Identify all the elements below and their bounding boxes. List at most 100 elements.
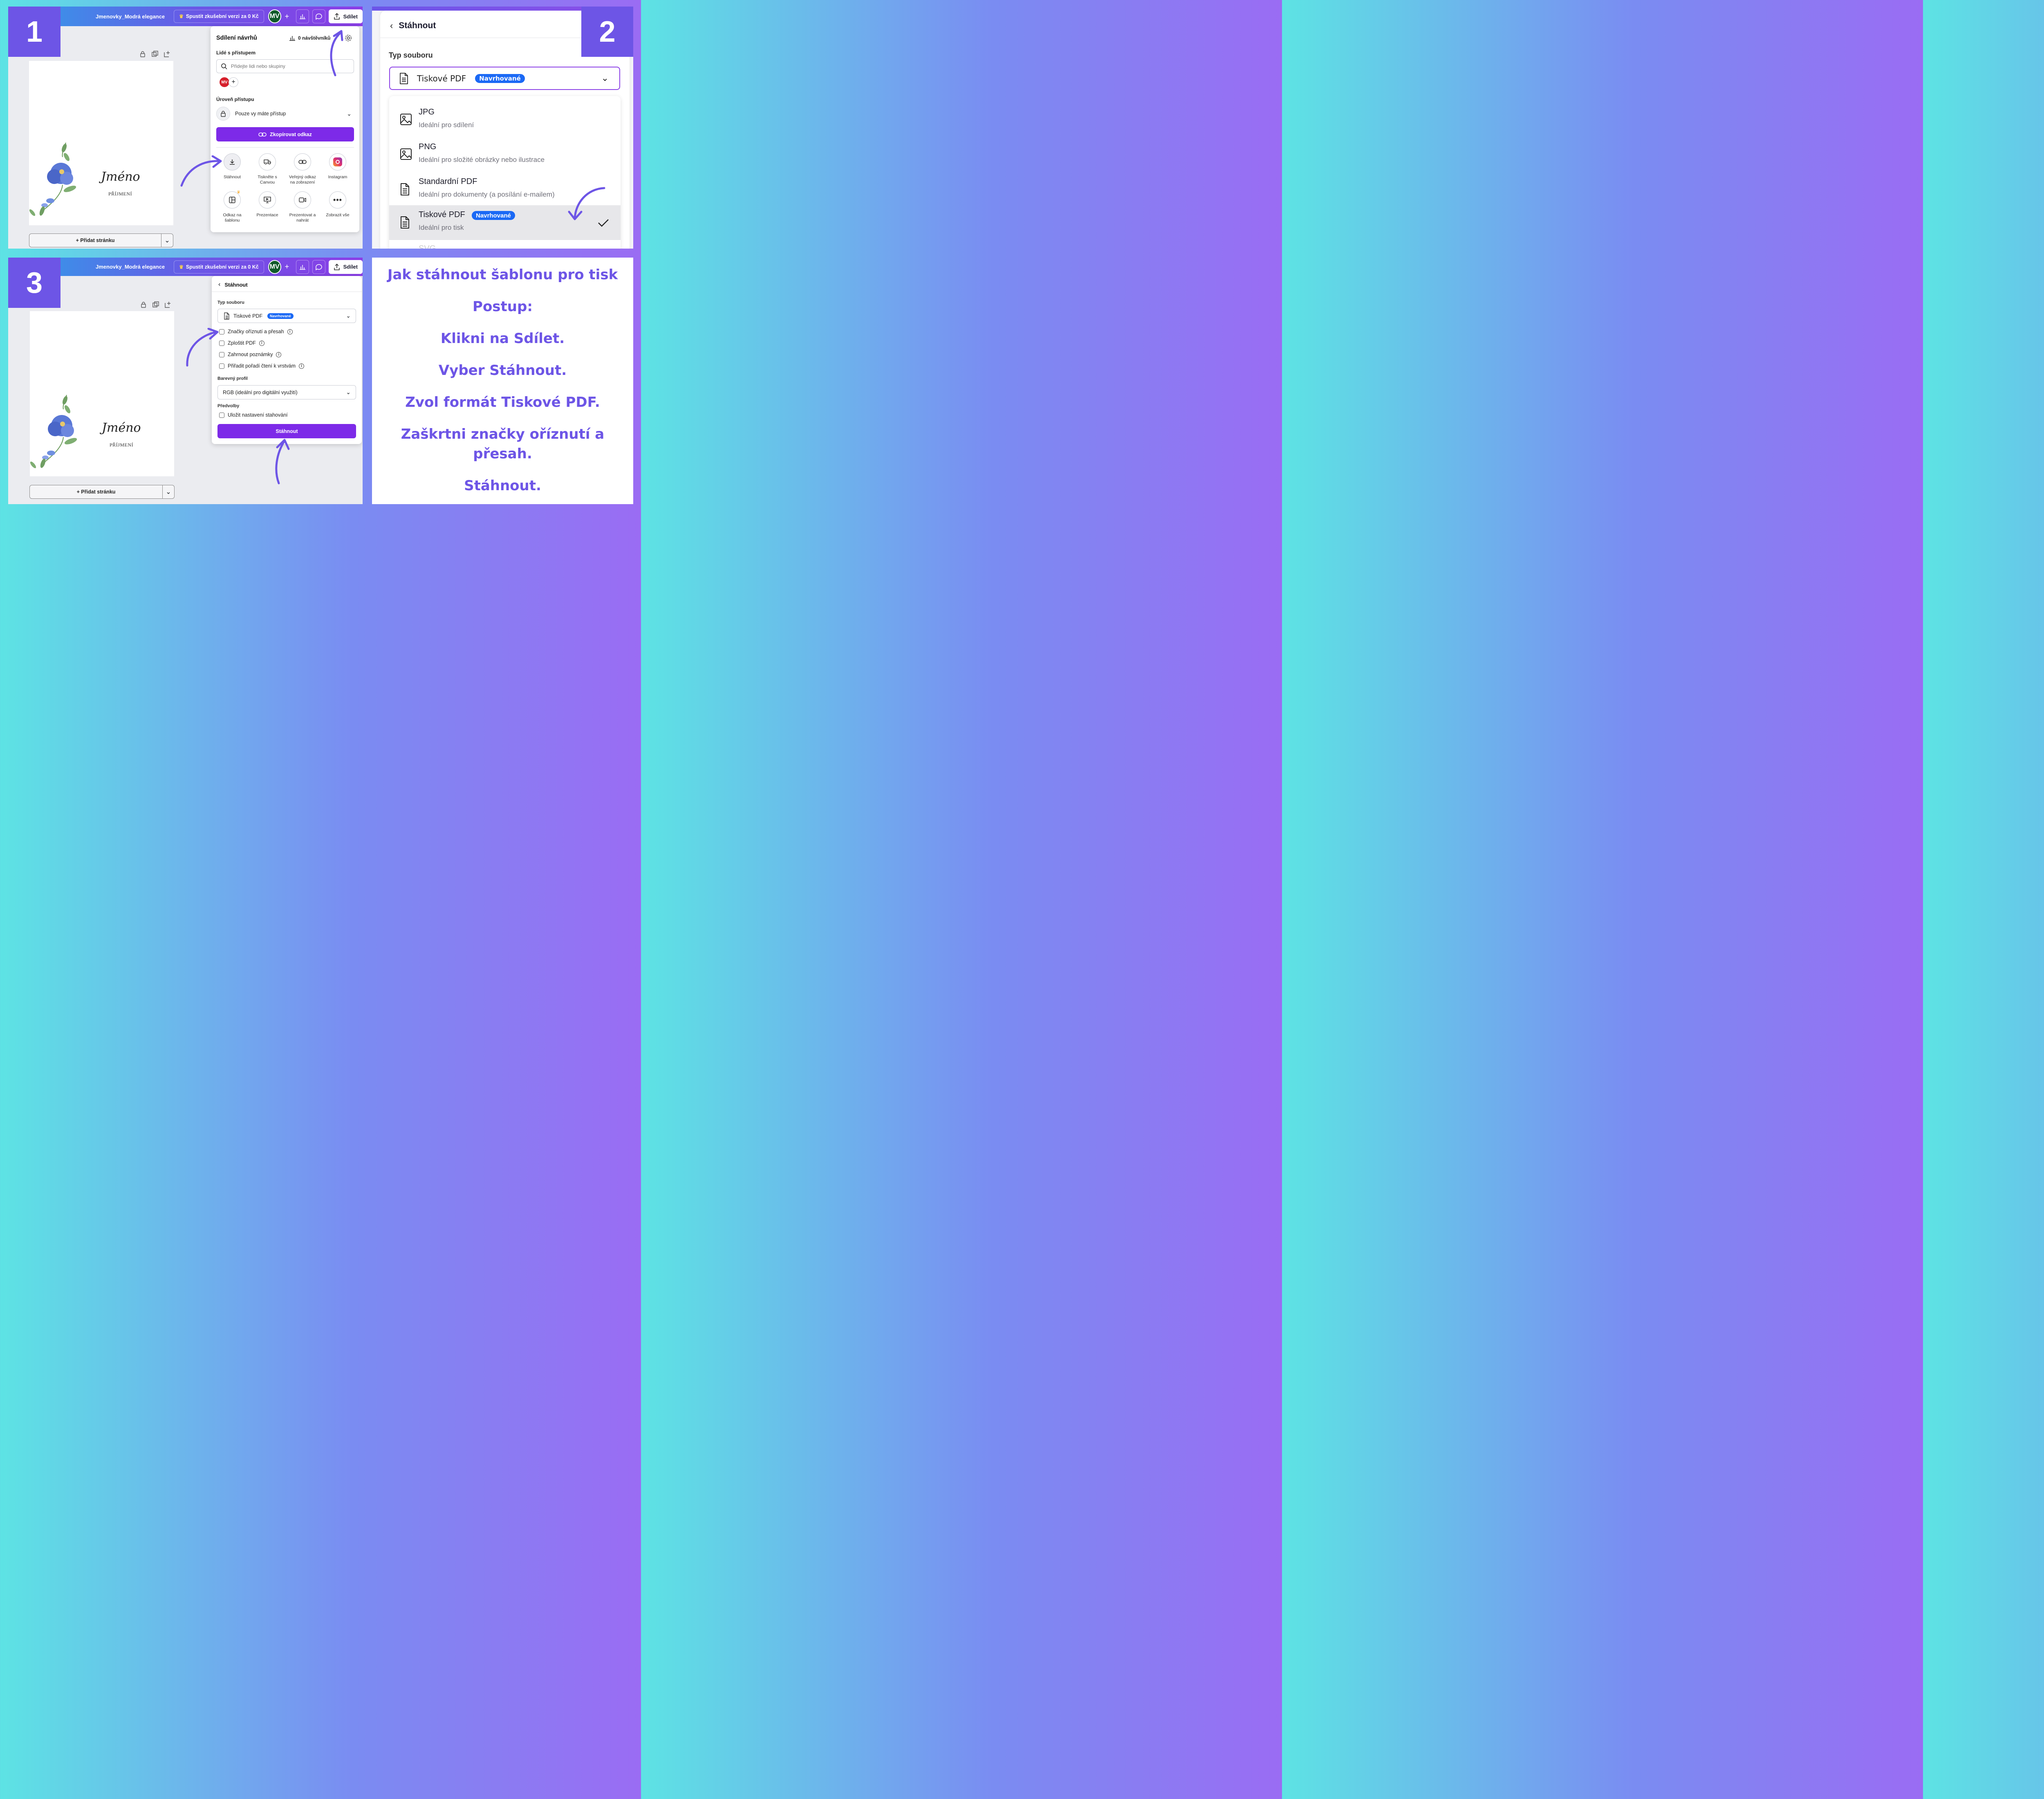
arrow-to-download [180, 155, 222, 187]
access-level-select[interactable]: Pouze vy máte přístup ⌄ [216, 106, 354, 121]
add-person-icon[interactable]: + [229, 77, 238, 87]
record-icon [299, 197, 306, 202]
more-icon: ••• [333, 195, 342, 204]
checkbox-crop-marks[interactable]: Značky oříznutí a přesah i [219, 329, 293, 334]
trial-button[interactable]: ♛ Spustit zkušební verzi za 0 Kč [174, 10, 264, 23]
file-type-select[interactable]: Tiskové PDF Navrhované ⌄ [389, 67, 620, 90]
copy-link-button[interactable]: Zkopírovat odkaz [216, 127, 354, 141]
link-icon [298, 160, 307, 164]
editor-topbar: Jmenovky_Modrá elegance ♛ Spustit zkušebn… [61, 258, 363, 276]
option-print-with-canva[interactable]: Tiskněte s Canvou [251, 153, 284, 185]
add-page-bar: + Přidat stránku ⌄ [29, 485, 175, 499]
access-level-label: Úroveň přístupu [216, 96, 254, 102]
back-button[interactable]: ‹ Stáhnout [390, 20, 436, 31]
option-template-link[interactable]: ♛ Odkaz na šablonu [216, 190, 249, 223]
crown-icon: ♛ [179, 13, 184, 19]
comment-icon [315, 13, 322, 20]
comments-button[interactable] [312, 260, 325, 274]
add-collaborator-icon[interactable]: + [284, 262, 291, 271]
instructions-title: Jak stáhnout šablonu pro tisk [387, 267, 618, 283]
option-public-link[interactable]: Veřejný odkaz na zobrazení [286, 153, 319, 185]
chevron-down-icon: ⌄ [601, 73, 609, 83]
file-type-label: Typ souboru [389, 51, 433, 59]
chevron-down-icon: ⌄ [346, 389, 351, 395]
step-badge-1: 1 [8, 7, 61, 57]
chart-icon [289, 36, 295, 41]
name-text[interactable]: Jméno [102, 421, 141, 435]
chevron-down-icon[interactable]: ⌄ [163, 485, 174, 498]
editor-canvas-area: Jméno PŘÍJMENÍ + Přidat stránku ⌄ Sdílen… [8, 26, 363, 249]
share-button[interactable]: Sdílet [328, 260, 363, 274]
option-instagram[interactable]: Instagram [321, 153, 354, 180]
design-page[interactable]: Jméno PŘÍJMENÍ [29, 61, 173, 225]
divider [216, 147, 354, 148]
chart-icon [300, 14, 306, 19]
image-icon [400, 114, 412, 125]
info-icon[interactable]: i [276, 352, 282, 357]
option-jpg[interactable]: JPG Ideální pro sdílení [389, 103, 621, 137]
lock-icon [216, 107, 230, 121]
trial-button[interactable]: ♛ Spustit zkušební verzi za 0 Kč [174, 260, 264, 274]
back-button[interactable]: ‹ Stáhnout [218, 281, 248, 288]
add-page-button[interactable]: + Přidat stránku [29, 234, 161, 247]
share-popup-title: Sdílení návrhů [216, 35, 257, 41]
add-page-bar: + Přidat stránku ⌄ [29, 233, 173, 247]
truck-icon [264, 159, 271, 165]
option-present-record[interactable]: Prezentovat a nahrát [286, 191, 319, 223]
flower-illustration [30, 395, 77, 469]
suggested-tag: Navrhované [472, 211, 515, 220]
add-page-icon[interactable] [165, 301, 171, 308]
checkbox-include-notes[interactable]: Zahrnout poznámky i [219, 352, 282, 357]
checkbox-flatten-pdf[interactable]: Zploštit PDF i [219, 340, 264, 346]
insights-button[interactable] [296, 260, 309, 274]
avatar[interactable]: MV [268, 9, 281, 23]
collaborator-avatar[interactable]: MV [220, 77, 229, 87]
chevron-down-icon[interactable]: ⌄ [161, 234, 173, 247]
checkbox-save-settings[interactable]: Uložit nastavení stahování [219, 412, 288, 418]
option-png[interactable]: PNG Ideální pro složité obrázky nebo ilu… [389, 137, 621, 172]
suggested-tag: Navrhované [267, 313, 294, 319]
surname-text[interactable]: PŘÍJMENÍ [110, 442, 133, 448]
checkbox-reading-order[interactable]: Přiřadit pořadí čtení k vrstvám i [219, 363, 305, 369]
duplicate-icon[interactable] [152, 51, 158, 57]
option-presentation[interactable]: Prezentace [251, 191, 284, 218]
option-show-all[interactable]: ••• Zobrazit vše [321, 191, 354, 218]
lock-icon[interactable] [139, 51, 146, 57]
panel-step-2: ‹ Stáhnout Typ souboru Tiskové PDF Navrh… [372, 7, 633, 249]
document-icon [401, 183, 409, 195]
insights-button[interactable] [296, 9, 309, 23]
page-toolbar [139, 51, 170, 57]
design-page[interactable]: Jméno PŘÍJMENÍ [30, 311, 174, 476]
chart-icon [300, 265, 306, 270]
panel-instructions: Jak stáhnout šablonu pro tisk Postup: Kl… [372, 258, 633, 504]
checkbox[interactable] [219, 412, 224, 418]
comments-button[interactable] [312, 9, 325, 23]
add-page-icon[interactable] [164, 51, 170, 57]
name-text[interactable]: Jméno [101, 170, 140, 184]
design-title[interactable]: Jmenovky_Modrá elegance [96, 13, 165, 20]
instruction-step: Zvol formát Tiskové PDF. [405, 394, 600, 410]
suggested-tag: Navrhované [475, 74, 525, 83]
visitors-button[interactable]: 0 návštěvníků [289, 35, 330, 41]
lock-icon[interactable] [140, 301, 147, 308]
duplicate-icon[interactable] [152, 301, 159, 308]
add-collaborator-icon[interactable]: + [284, 12, 291, 21]
download-button[interactable]: Stáhnout [217, 424, 356, 438]
surname-text[interactable]: PŘÍJMENÍ [108, 191, 132, 197]
design-title[interactable]: Jmenovky_Modrá elegance [96, 264, 165, 270]
avatar[interactable]: MV [268, 260, 281, 274]
comment-icon [315, 264, 322, 270]
file-type-select[interactable]: Tiskové PDF Navrhované ⌄ [217, 309, 356, 323]
instruction-step: Zaškrtni značky oříznutí a přesah. [401, 426, 605, 462]
search-icon [221, 63, 227, 70]
info-icon[interactable]: i [259, 340, 264, 346]
add-page-button[interactable]: + Přidat stránku [30, 485, 163, 498]
color-profile-select[interactable]: RGB (ideální pro digitální využití) ⌄ [217, 385, 356, 399]
instruction-step: Klikni na Sdílet. [440, 330, 565, 347]
color-profile-label: Barevný profil [217, 376, 248, 381]
arrow-to-download-button [275, 439, 290, 485]
info-icon[interactable]: i [299, 363, 305, 369]
step-badge-2: 2 [581, 7, 633, 57]
info-icon[interactable]: i [287, 329, 293, 334]
share-button[interactable]: Sdílet [328, 9, 363, 23]
